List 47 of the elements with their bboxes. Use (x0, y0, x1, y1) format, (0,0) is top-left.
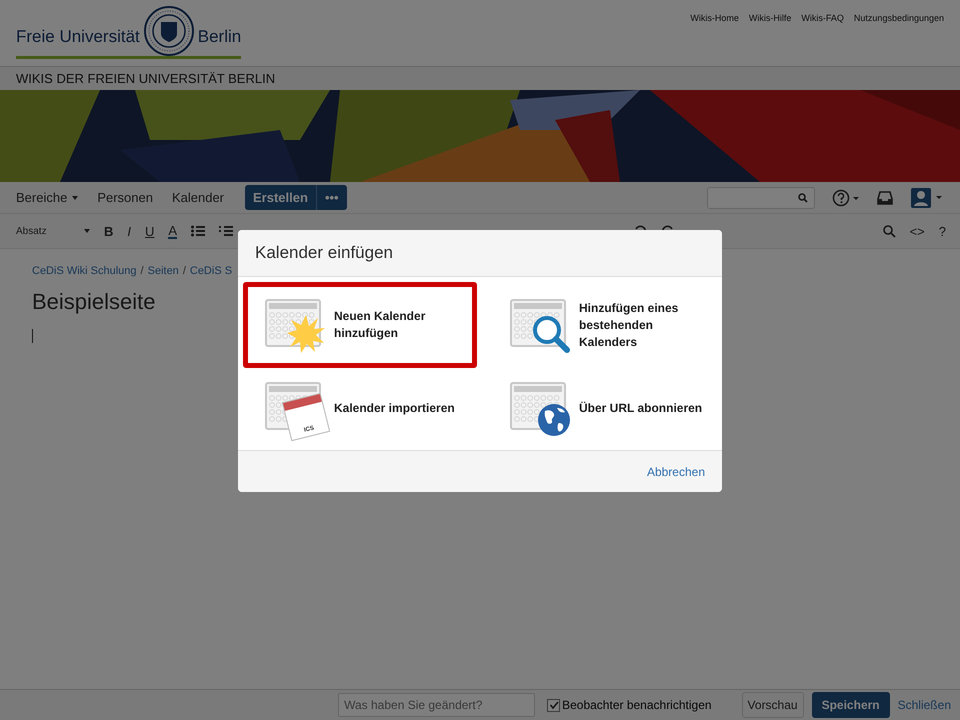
globe-icon (537, 403, 571, 437)
user-avatar-icon[interactable] (910, 186, 944, 208)
starburst-icon (286, 314, 326, 354)
preview-button[interactable]: Vorschau (742, 692, 804, 718)
format-button[interactable]: B (104, 224, 114, 238)
inbox-icon[interactable] (877, 190, 893, 204)
more-button[interactable]: ••• (316, 185, 347, 210)
breadcrumb-link[interactable]: CeDiS S (190, 265, 232, 277)
cancel-link[interactable]: Abbrechen (646, 464, 705, 478)
dialog-title: Kalender einfügen (255, 243, 394, 263)
bullet-list-icon[interactable] (191, 225, 206, 237)
seal-icon (144, 6, 194, 56)
create-button[interactable]: Erstellen (245, 185, 317, 210)
calendar-option[interactable]: Über URL abonnieren (488, 368, 722, 448)
toolbar-button[interactable]: <> (910, 224, 925, 238)
nav-item[interactable]: Personen (97, 190, 153, 205)
header-link[interactable]: Nutzungsbedingungen (854, 13, 944, 23)
change-comment-field[interactable]: Was haben Sie geändert? (338, 693, 536, 717)
close-link[interactable]: Schließen (898, 698, 951, 712)
search-icon (798, 192, 808, 202)
checkbox-label: Beobachter benachrichtigen (562, 698, 712, 712)
header-link[interactable]: Wikis-FAQ (801, 13, 844, 23)
help-icon[interactable] (832, 188, 860, 206)
format-button[interactable]: I (127, 224, 132, 238)
calendar-option[interactable]: Hinzufügen eines bestehenden Kalenders (488, 282, 722, 368)
breadcrumb-link[interactable]: CeDiS Wiki Schulung (32, 265, 137, 277)
magnifier-icon (531, 314, 571, 354)
paragraph-style-select[interactable]: Absatz (16, 226, 90, 236)
calendar-option[interactable]: Neuen Kalender hinzufügen (243, 282, 477, 368)
nav-item[interactable]: Kalender (172, 190, 224, 205)
logo-text: Berlin (198, 27, 242, 47)
breadcrumb-separator: / (140, 265, 144, 277)
search-icon[interactable] (882, 224, 896, 238)
toolbar-button[interactable]: ? (938, 224, 946, 238)
nav-item[interactable]: Bereiche (16, 190, 78, 205)
notify-checkbox[interactable] (547, 698, 560, 712)
format-button[interactable]: U (145, 224, 154, 238)
search-field[interactable] (707, 186, 815, 208)
breadcrumb-separator: / (182, 265, 186, 277)
format-button[interactable]: A (168, 224, 178, 238)
site-title: WIKIS DER FREIEN UNIVERSITÄT BERLIN (16, 71, 276, 86)
header-link[interactable]: Wikis-Home (690, 13, 739, 23)
numbered-list-icon[interactable] (219, 225, 234, 237)
header-link[interactable]: Wikis-Hilfe (748, 13, 792, 23)
breadcrumb-link[interactable]: Seiten (148, 265, 179, 277)
logo-text: Freie Universität (16, 27, 140, 47)
save-button[interactable]: Speichern (812, 692, 890, 718)
